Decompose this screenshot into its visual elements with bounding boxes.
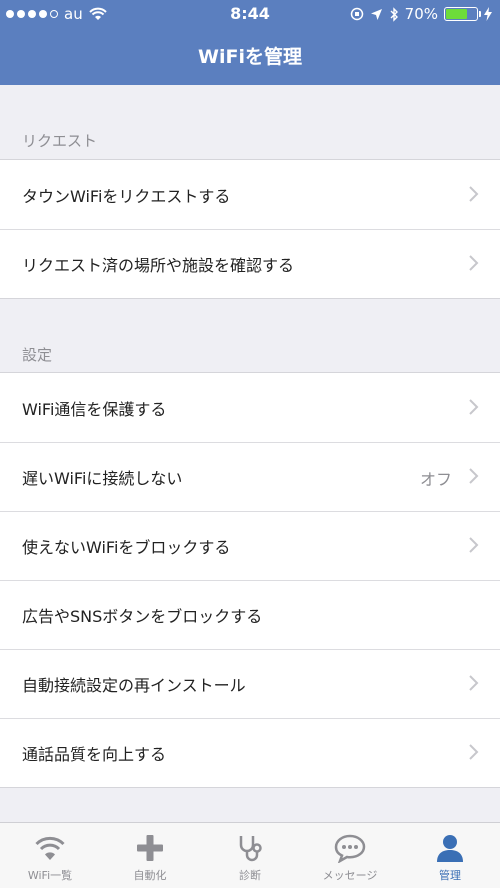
section-header-request: リクエスト: [22, 132, 98, 150]
location-icon: [370, 8, 382, 20]
plus-icon: [137, 835, 163, 861]
chevron-right-icon: [469, 744, 479, 760]
chevron-right-icon: [469, 186, 479, 202]
row-block-unusable-wifi[interactable]: 使えないWiFiをブロックする: [0, 511, 500, 580]
chevron-right-icon: [469, 255, 479, 271]
row-label: 遅いWiFiに接続しない: [22, 468, 183, 488]
tab-bar: WiFi一覧 自動化 診断 メッセージ 管理: [0, 822, 500, 888]
tab-label: 管理: [439, 869, 461, 882]
page-title: WiFiを管理: [198, 46, 302, 68]
tab-diagnosis[interactable]: 診断: [200, 823, 300, 888]
request-group: タウンWiFiをリクエストする リクエスト済の場所や施設を確認する: [0, 159, 500, 299]
chevron-right-icon: [469, 468, 479, 484]
row-label: タウンWiFiをリクエストする: [22, 186, 231, 206]
tab-label: 診断: [239, 869, 261, 882]
wifi-icon: [35, 836, 65, 860]
bluetooth-icon: [390, 6, 398, 22]
row-skip-slow-wifi[interactable]: 遅いWiFiに接続しない オフ: [0, 442, 500, 511]
battery-level-fill: [446, 9, 467, 19]
status-bar: au 8:44 70%: [0, 0, 500, 28]
charging-icon: [484, 7, 492, 21]
row-label: リクエスト済の場所や施設を確認する: [22, 255, 295, 275]
row-view-requested-places[interactable]: リクエスト済の場所や施設を確認する: [0, 229, 500, 298]
battery-percent: 70%: [404, 5, 438, 23]
settings-group: WiFi通信を保護する 遅いWiFiに接続しない オフ 使えないWiFiをブロッ…: [0, 372, 500, 788]
row-label: 広告やSNSボタンをブロックする: [22, 606, 263, 626]
tab-messages[interactable]: メッセージ: [300, 823, 400, 888]
row-protect-wifi[interactable]: WiFi通信を保護する: [0, 373, 500, 442]
row-request-town-wifi[interactable]: タウンWiFiをリクエストする: [0, 160, 500, 229]
tab-label: 自動化: [133, 869, 167, 882]
row-label: WiFi通信を保護する: [22, 399, 167, 419]
row-value: オフ: [419, 470, 452, 489]
battery-icon: [444, 7, 481, 21]
row-label: 自動接続設定の再インストール: [22, 675, 246, 695]
tab-label: WiFi一覧: [27, 869, 73, 882]
tab-wifi-list[interactable]: WiFi一覧: [0, 823, 100, 888]
chat-bubble-icon: [334, 834, 366, 863]
person-icon: [437, 835, 463, 862]
chevron-right-icon: [469, 537, 479, 553]
stethoscope-icon: [239, 836, 262, 862]
chevron-right-icon: [469, 675, 479, 691]
row-label: 通話品質を向上する: [22, 744, 167, 764]
orientation-lock-icon: [350, 7, 363, 21]
row-label: 使えないWiFiをブロックする: [22, 537, 231, 557]
nav-header: au 8:44 70% WiFiを管理: [0, 0, 500, 85]
tab-management[interactable]: 管理: [400, 823, 500, 888]
row-reinstall-auto-connect[interactable]: 自動接続設定の再インストール: [0, 649, 500, 718]
row-block-ads-sns[interactable]: 広告やSNSボタンをブロックする: [0, 580, 500, 649]
section-header-settings: 設定: [22, 346, 53, 364]
tab-automation[interactable]: 自動化: [100, 823, 200, 888]
tab-label: メッセージ: [322, 869, 378, 882]
row-improve-call-quality[interactable]: 通話品質を向上する: [0, 718, 500, 787]
chevron-right-icon: [469, 399, 479, 415]
